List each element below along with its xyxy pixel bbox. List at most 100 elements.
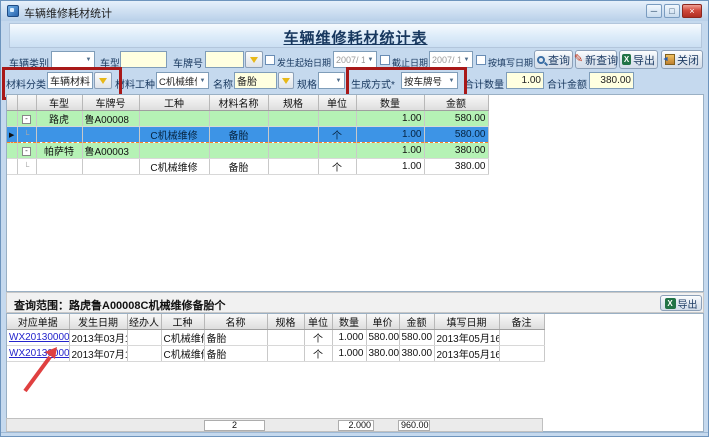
cell[interactable]	[36, 159, 82, 175]
cell	[499, 330, 544, 346]
annotation-arrow	[17, 343, 67, 397]
row-indicator-cell: ▶	[7, 127, 17, 143]
cell[interactable]	[209, 143, 268, 159]
cell[interactable]: 380.00	[424, 159, 488, 175]
exit-arrow-icon: ◄	[662, 56, 669, 63]
cell[interactable]	[318, 143, 356, 159]
spec-select[interactable]: ▼	[318, 72, 345, 89]
document-link[interactable]: WX20130000005	[9, 332, 69, 343]
cell[interactable]	[209, 111, 268, 127]
vehicle-model-input[interactable]	[120, 51, 167, 68]
result-export-button[interactable]: X 导出	[660, 295, 702, 311]
material-category-input[interactable]	[47, 72, 93, 89]
by-fill-date-checkbox[interactable]	[476, 55, 486, 65]
selected-detail-row[interactable]: ▶ └ C机械维修 备胎 个 1.00 580.00	[7, 127, 488, 143]
cell[interactable]	[82, 127, 139, 143]
total-amount-label: 合计金额	[547, 76, 587, 91]
total-qty-input[interactable]	[506, 72, 544, 89]
cell[interactable]	[139, 143, 209, 159]
group-row[interactable]: - 路虎 鲁A00008 1.00 580.00	[7, 111, 488, 127]
cell[interactable]	[318, 111, 356, 127]
start-date-select[interactable]: 2007/ 1/31 ▼	[333, 51, 377, 68]
cell[interactable]: 路虎	[36, 111, 82, 127]
col-header: 发生日期	[69, 314, 127, 330]
cell[interactable]	[36, 127, 82, 143]
cell[interactable]: 鲁A00008	[82, 111, 139, 127]
summary-grid-header-row: 车型 车牌号 工种 材料名称 规格 单位 数量 金额	[7, 95, 488, 111]
cell[interactable]	[82, 159, 139, 175]
totals-bar: 2 2.000 960.00	[6, 418, 543, 432]
cell	[127, 330, 161, 346]
material-name-browse-button[interactable]	[278, 72, 294, 89]
detail-row[interactable]: └ C机械维修 备胎 个 1.00 380.00	[7, 159, 488, 175]
exit-door-icon: ◄	[665, 54, 675, 65]
minimize-button[interactable]: ─	[646, 4, 662, 18]
cell[interactable]	[268, 159, 318, 175]
col-header: 单位	[318, 95, 356, 111]
export-button[interactable]: X 导出	[619, 50, 658, 69]
chevron-down-icon: ▼	[365, 57, 376, 63]
cell[interactable]	[268, 127, 318, 143]
cell[interactable]	[268, 111, 318, 127]
collapse-cell[interactable]: -	[17, 111, 36, 127]
start-date-checkbox[interactable]	[265, 55, 275, 65]
material-name-input[interactable]	[234, 72, 277, 89]
gen-mode-value: 按车牌号	[404, 74, 446, 88]
gen-mode-select[interactable]: 按车牌号 ▼	[401, 72, 458, 89]
vehicle-model-label: 车型	[100, 55, 120, 70]
new-search-button[interactable]: ✎ 新查询	[575, 50, 617, 69]
end-date-select[interactable]: 2007/ 1/31 ▼	[429, 51, 473, 68]
cell[interactable]: C机械维修	[139, 159, 209, 175]
cell[interactable]	[268, 143, 318, 159]
cell[interactable]	[139, 111, 209, 127]
plate-browse-button[interactable]	[245, 51, 263, 68]
total-count-box: 2	[204, 420, 265, 431]
total-amount-input[interactable]	[589, 72, 634, 89]
cell[interactable]: 鲁A00003	[82, 143, 139, 159]
start-date-label: 发生起始日期	[277, 56, 331, 69]
query-scope-bar: 查询范围：路虎鲁A00008C机械维修备胎个 X 导出	[6, 292, 704, 313]
result-export-label: 导出	[678, 296, 698, 311]
plate-input[interactable]	[205, 51, 244, 68]
close-window-button[interactable]: ◄ 关闭	[661, 50, 703, 69]
cell[interactable]: 1.00	[356, 159, 424, 175]
cell[interactable]: C机械维修	[139, 127, 209, 143]
cell: 580.00	[399, 330, 434, 346]
material-category-browse-button[interactable]	[94, 72, 112, 89]
window-title: 车辆维修耗材统计	[24, 5, 112, 21]
cell: 580.00	[366, 330, 399, 346]
collapse-cell[interactable]: -	[17, 143, 36, 159]
result-row[interactable]: WX20130000005 2013年03月16日 C机械维修 备胎 个 1.0…	[7, 330, 544, 346]
col-header: 材料名称	[209, 95, 268, 111]
collapse-icon[interactable]: -	[22, 147, 31, 156]
chevron-down-icon: ▼	[446, 78, 457, 84]
cell[interactable]: 580.00	[424, 111, 488, 127]
close-button[interactable]: ×	[682, 4, 702, 18]
cell[interactable]: 个	[318, 127, 356, 143]
current-row-icon: ▶	[9, 132, 14, 139]
collapse-icon[interactable]: -	[22, 115, 31, 124]
material-trade-select[interactable]: C机械维修 ▼	[156, 72, 209, 89]
cell[interactable]: 备胎	[209, 127, 268, 143]
cell[interactable]: 1.00	[356, 143, 424, 159]
search-button[interactable]: 查询	[534, 50, 573, 69]
search-icon	[537, 56, 545, 64]
result-row[interactable]: WX20130000003 2013年07月10日 C机械维修 备胎 个 1.0…	[7, 346, 544, 362]
col-header: 工种	[161, 314, 204, 330]
vehicle-category-select[interactable]: ▼	[51, 51, 95, 68]
cell[interactable]: 1.00	[356, 111, 424, 127]
maximize-button[interactable]: □	[664, 4, 680, 18]
cell[interactable]: 备胎	[209, 159, 268, 175]
cell[interactable]: 帕萨特	[36, 143, 82, 159]
cell[interactable]: 个	[318, 159, 356, 175]
main-grid-panel: 车型 车牌号 工种 材料名称 规格 单位 数量 金额 - 路虎 鲁A00008 …	[6, 94, 704, 292]
cell[interactable]: 380.00	[424, 143, 488, 159]
group-row[interactable]: - 帕萨特 鲁A00003 1.00 380.00	[7, 143, 488, 159]
tree-cell: └	[17, 159, 36, 175]
end-date-checkbox[interactable]	[380, 55, 390, 65]
cell[interactable]: 580.00	[424, 127, 488, 143]
plate-label: 车牌号	[173, 55, 203, 70]
title-bar: 车辆维修耗材统计 ─ □ ×	[1, 1, 709, 21]
row-indicator-cell	[7, 159, 17, 175]
cell[interactable]: 1.00	[356, 127, 424, 143]
